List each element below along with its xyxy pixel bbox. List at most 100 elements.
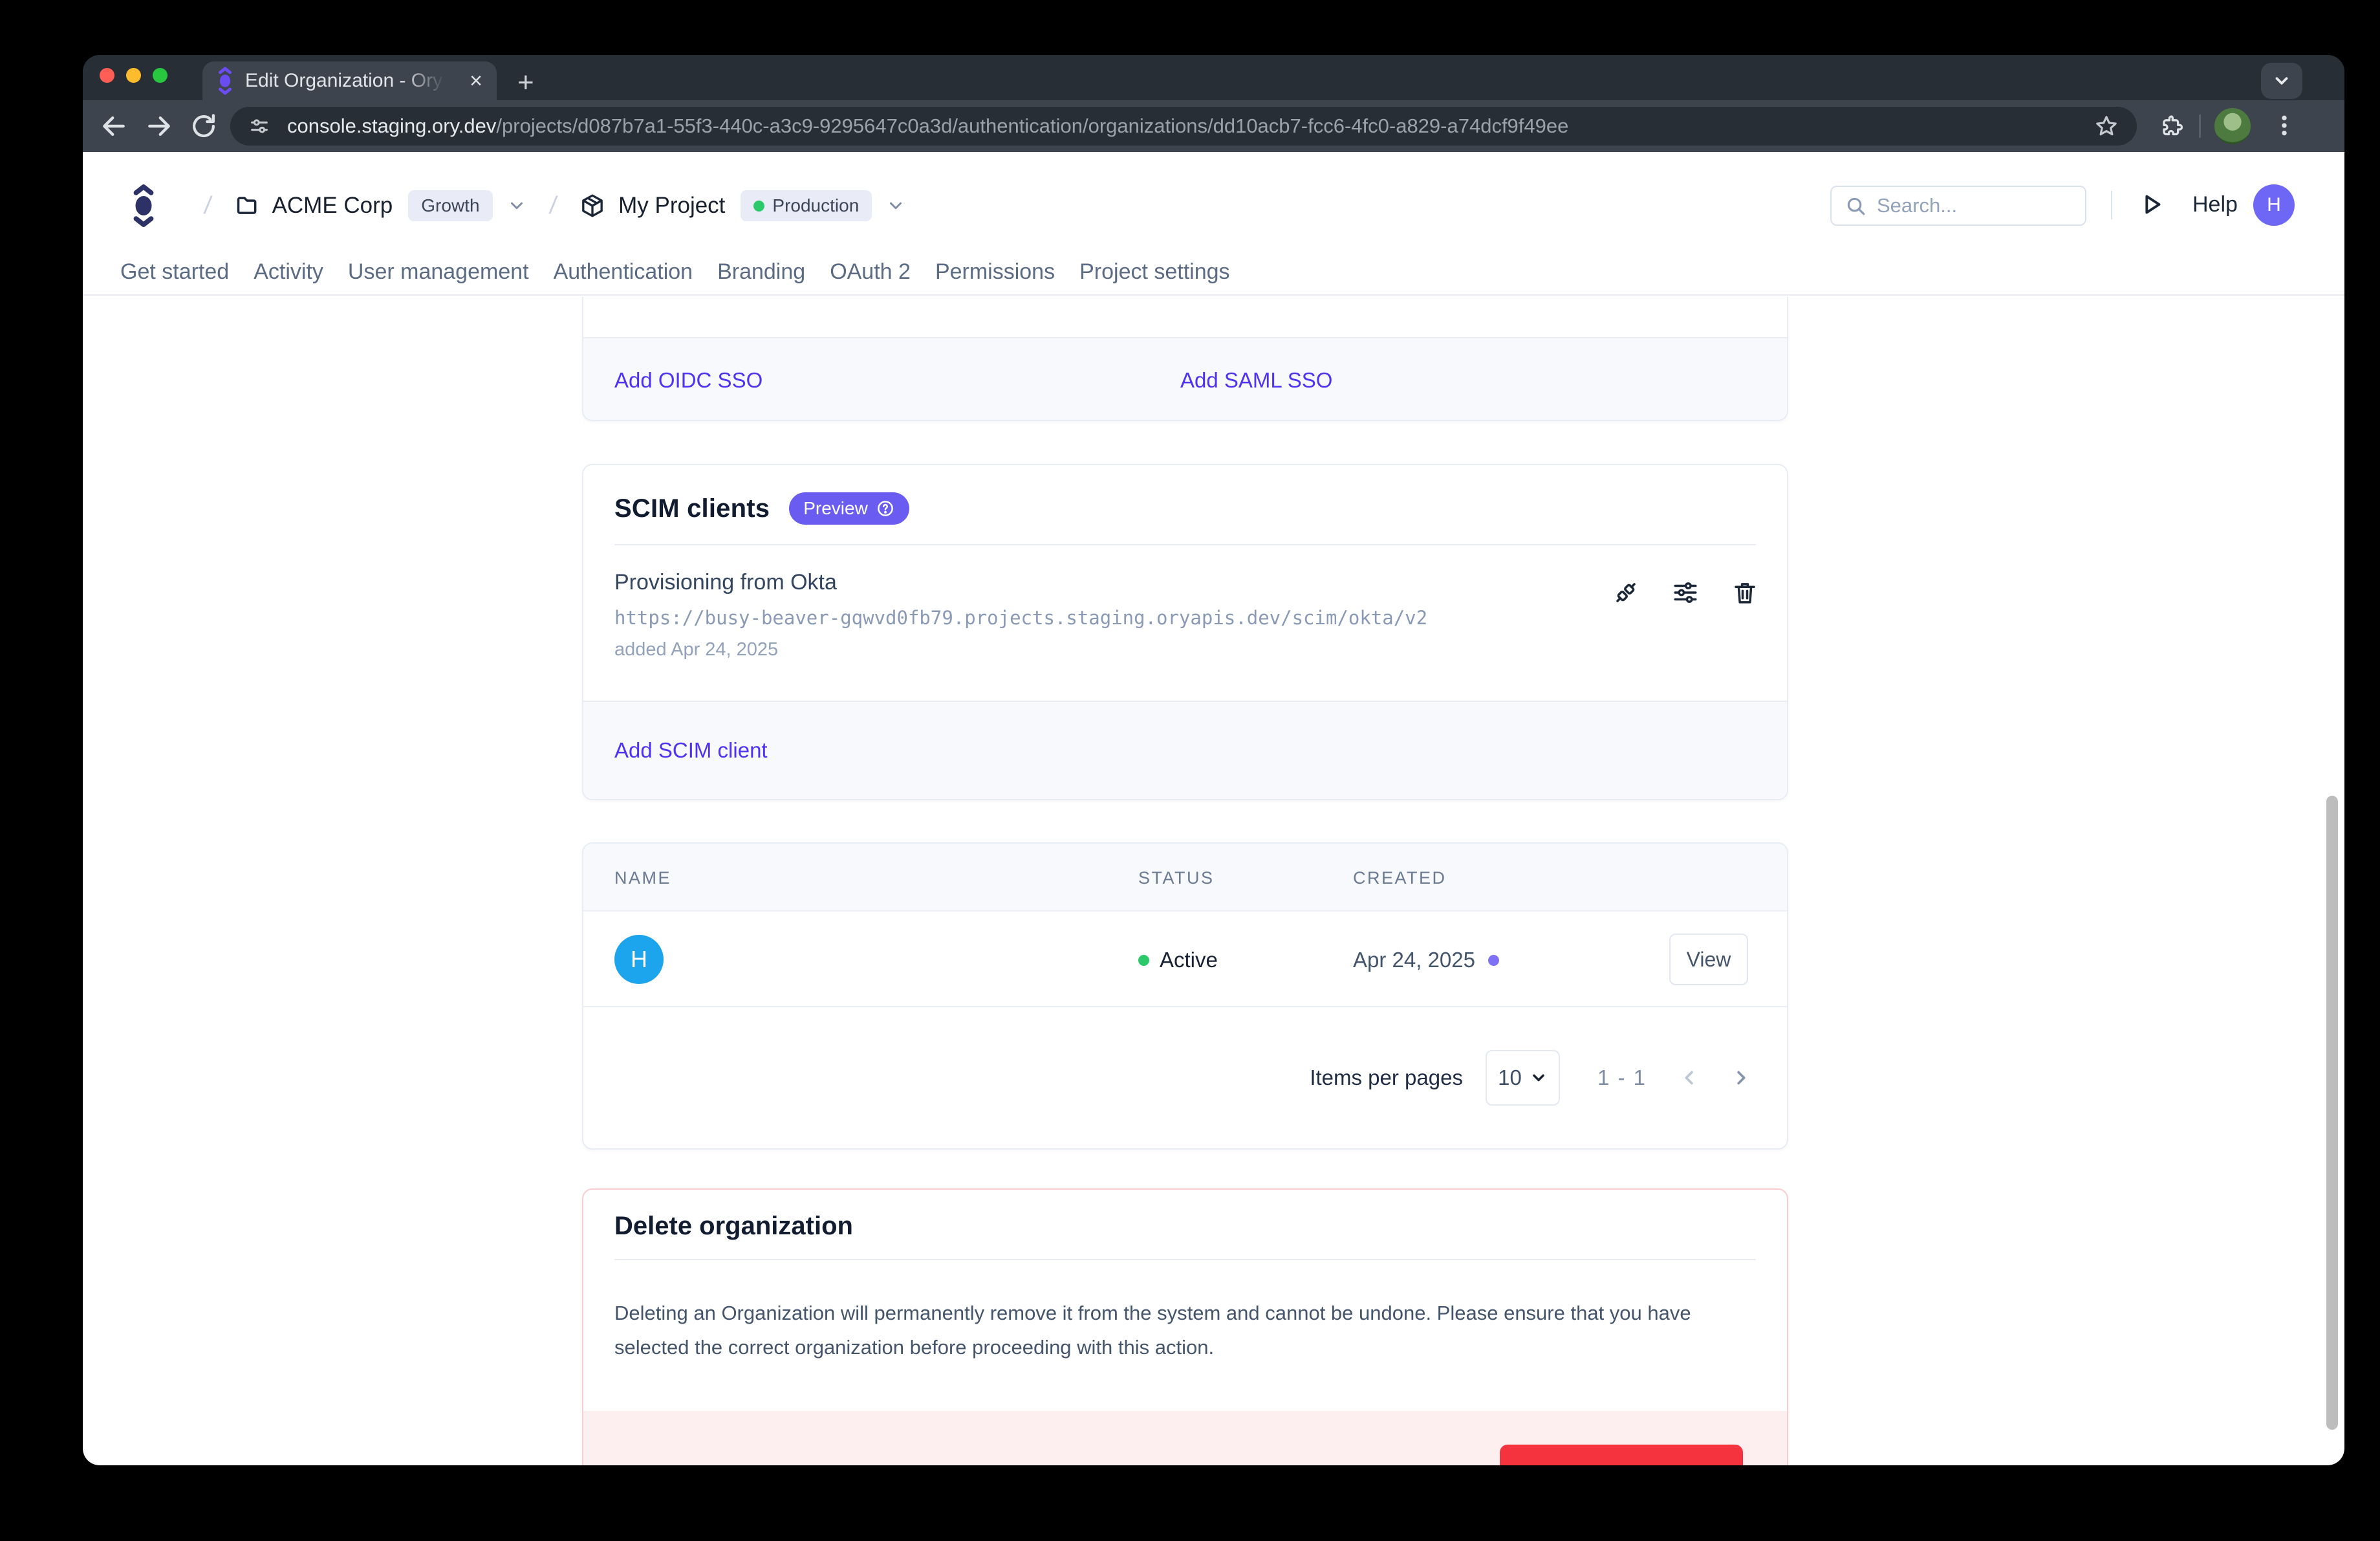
nav-get-started[interactable]: Get started <box>120 259 229 294</box>
page-scrollbar[interactable] <box>2326 796 2338 1430</box>
new-tab-icon[interactable]: + <box>517 67 534 99</box>
extensions-icon[interactable] <box>2158 113 2183 139</box>
add-oidc-sso-link[interactable]: Add OIDC SSO <box>614 368 763 393</box>
configure-sliders-icon[interactable] <box>1672 579 1699 606</box>
ory-favicon <box>217 67 233 95</box>
scim-card-header: SCIM clients Preview <box>583 465 1787 544</box>
nav-activity[interactable]: Activity <box>254 259 323 294</box>
delete-organization-button[interactable]: Delete organization <box>1500 1445 1743 1465</box>
header-divider <box>2111 191 2112 219</box>
env-status-dot <box>753 201 764 212</box>
scim-client-added: added Apr 24, 2025 <box>614 639 1756 661</box>
scim-client-row: Provisioning from Okta https://busy-beav… <box>583 545 1787 701</box>
add-saml-sso-link[interactable]: Add SAML SSO <box>1180 368 1332 393</box>
nav-branding[interactable]: Branding <box>717 259 805 294</box>
scim-client-actions <box>1612 579 1758 606</box>
back-button[interactable] <box>100 112 128 140</box>
user-avatar[interactable]: H <box>2253 184 2295 226</box>
delete-card-footer: This action cannot be undone. Delete org… <box>583 1411 1787 1465</box>
workspace-chevron-icon[interactable] <box>507 196 526 215</box>
sso-card: Add OIDC SSO Add SAML SSO <box>582 297 1788 421</box>
ory-logo <box>131 184 157 228</box>
nav-oauth2[interactable]: OAuth 2 <box>830 259 911 294</box>
connection-plug-icon[interactable] <box>1612 579 1639 606</box>
items-per-page-select[interactable]: 10 <box>1486 1050 1560 1106</box>
chevron-down-icon <box>1530 1069 1548 1087</box>
project-name[interactable]: My Project <box>618 193 725 219</box>
browser-menu-icon[interactable] <box>2271 111 2297 140</box>
search-box[interactable] <box>1830 186 2086 226</box>
url-text: console.staging.ory.dev/projects/d087b7a… <box>287 115 1568 138</box>
search-icon <box>1844 195 1866 217</box>
column-created: CREATED <box>1353 868 1447 888</box>
status-label: Active <box>1160 948 1218 972</box>
browser-window: Edit Organization - Ory Conso × + consol… <box>83 55 2344 1465</box>
help-link[interactable]: Help <box>2192 192 2238 217</box>
created-cell: Apr 24, 2025 <box>1353 948 1499 972</box>
workspace-name[interactable]: ACME Corp <box>272 193 393 219</box>
status-cell: Active <box>1138 948 1218 972</box>
nav-user-management[interactable]: User management <box>348 259 529 294</box>
sso-card-footer: Add OIDC SSO Add SAML SSO <box>583 337 1787 420</box>
nav-authentication[interactable]: Authentication <box>554 259 693 294</box>
delete-organization-card: Delete organization Deleting an Organiza… <box>582 1188 1788 1465</box>
pagination-prev-icon[interactable] <box>1679 1067 1701 1089</box>
chevron-down-icon <box>2272 71 2291 91</box>
project-env-label: Production <box>772 195 859 216</box>
status-dot <box>1138 955 1149 966</box>
delete-card-title: Delete organization <box>614 1212 853 1240</box>
scim-client-url: https://busy-beaver-gqwvd0fb79.projects.… <box>614 607 1756 629</box>
ory-console-page: / ACME Corp Growth / My Project Producti… <box>83 152 2344 1465</box>
pagination-next-icon[interactable] <box>1729 1067 1751 1089</box>
tab-close-icon[interactable]: × <box>470 70 482 92</box>
close-window-button[interactable] <box>100 68 114 83</box>
profile-avatar[interactable] <box>2214 108 2251 144</box>
site-settings-icon[interactable] <box>248 115 270 137</box>
search-input[interactable] <box>1877 194 2058 217</box>
column-status: STATUS <box>1138 868 1215 888</box>
workspace-plan-badge: Growth <box>408 190 492 221</box>
console-nav: Get started Activity User management Aut… <box>83 259 2344 296</box>
preview-badge: Preview <box>789 492 909 525</box>
row-avatar: H <box>614 935 664 984</box>
breadcrumb-separator: / <box>548 192 559 220</box>
delete-card-header: Delete organization <box>583 1190 1787 1259</box>
url-host: console.staging.ory.dev <box>287 115 496 137</box>
sso-card-body <box>583 297 1787 337</box>
project-env-badge: Production <box>741 190 872 221</box>
content-column: Add OIDC SSO Add SAML SSO SCIM clients P… <box>582 297 1788 1465</box>
delete-trash-icon[interactable] <box>1731 579 1758 606</box>
workspace-folder-icon <box>235 193 259 218</box>
breadcrumb: / ACME Corp Growth / My Project Producti… <box>131 152 905 259</box>
url-bar[interactable]: console.staging.ory.dev/projects/d087b7a… <box>230 107 2137 146</box>
run-icon[interactable] <box>2137 190 2167 223</box>
add-scim-client-link[interactable]: Add SCIM client <box>614 738 768 763</box>
info-circle-icon[interactable] <box>876 499 895 518</box>
forward-button[interactable] <box>145 112 173 140</box>
scim-card-footer: Add SCIM client <box>583 701 1787 799</box>
pagination-range: 1 - 1 <box>1597 1066 1647 1090</box>
delete-divider <box>614 1259 1756 1260</box>
url-path: /projects/d087b7a1-55f3-440c-a3c9-929564… <box>496 115 1568 137</box>
tab-search-button[interactable] <box>2261 63 2302 99</box>
reload-button[interactable] <box>190 113 217 140</box>
minimize-window-button[interactable] <box>126 68 141 83</box>
bookmark-star-icon[interactable] <box>2094 114 2119 138</box>
project-chevron-icon[interactable] <box>886 196 905 215</box>
tab-title: Edit Organization - Ory Conso <box>245 70 446 92</box>
items-per-page-value: 10 <box>1498 1066 1522 1090</box>
table-row: H Active Apr 24, 2025 View <box>583 912 1787 1007</box>
nav-permissions[interactable]: Permissions <box>935 259 1055 294</box>
toolbar-divider <box>2199 115 2201 138</box>
preview-badge-label: Preview <box>803 498 868 519</box>
created-date: Apr 24, 2025 <box>1353 948 1475 972</box>
column-name: NAME <box>614 868 671 888</box>
table-pagination: Items per pages 10 1 - 1 <box>583 1007 1787 1148</box>
console-header: / ACME Corp Growth / My Project Producti… <box>83 152 2344 259</box>
tab-strip: Edit Organization - Ory Conso × + <box>83 55 2344 100</box>
zoom-window-button[interactable] <box>153 68 168 83</box>
scim-clients-card: SCIM clients Preview Provisioning from O… <box>582 464 1788 800</box>
view-button[interactable]: View <box>1669 934 1748 985</box>
nav-project-settings[interactable]: Project settings <box>1079 259 1229 294</box>
browser-tab[interactable]: Edit Organization - Ory Conso × <box>202 61 497 100</box>
